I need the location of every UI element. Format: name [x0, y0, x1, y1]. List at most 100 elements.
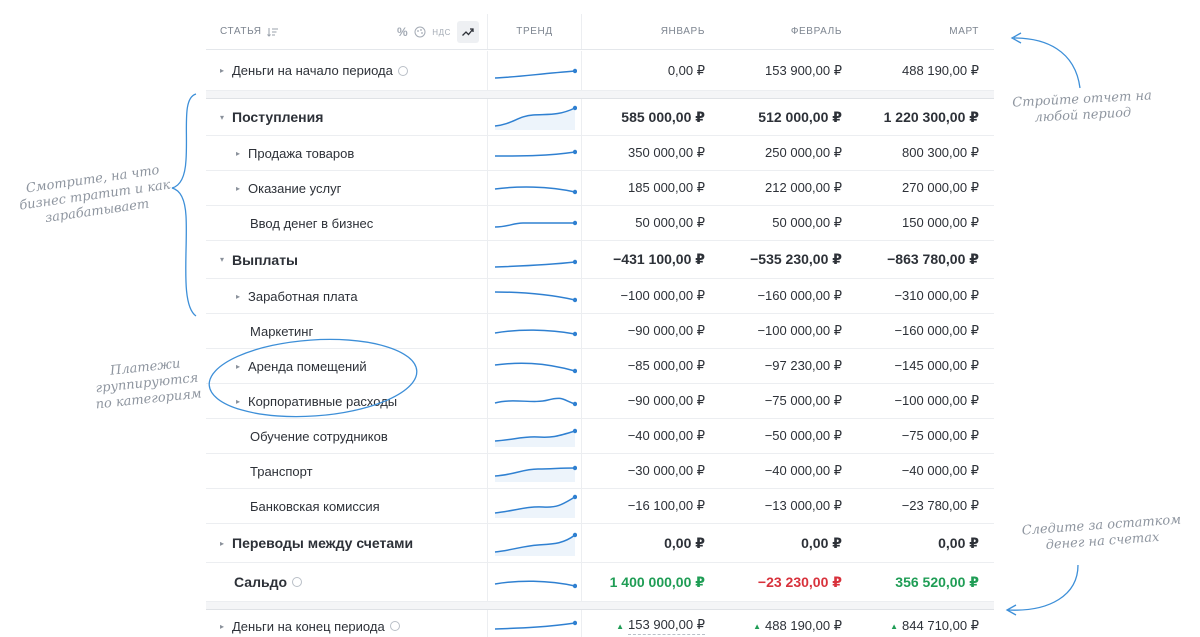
row-rent[interactable]: ▸ Аренда помещений −85 000,00 ₽ −97 230,… [206, 349, 994, 384]
column-trend-header: ТРЕНД [488, 14, 582, 49]
up-arrow-icon: ▲ [890, 621, 899, 631]
expand-caret-icon[interactable]: ▸ [220, 66, 232, 75]
row-sales[interactable]: ▸ Продажа товаров 350 000,00 ₽ 250 000,0… [206, 136, 994, 171]
row-label: Аренда помещений [248, 358, 367, 374]
percent-toggle[interactable]: % [397, 21, 408, 43]
vat-toggle[interactable]: НДС [432, 21, 451, 43]
up-arrow-icon: ▲ [753, 621, 762, 631]
row-bank-fee[interactable]: Банковская комиссия −16 100,00 ₽ −13 000… [206, 489, 994, 524]
column-article-header[interactable]: СТАТЬЯ % НДС [206, 14, 488, 49]
value-cell: 150 000,00 ₽ [902, 215, 979, 230]
column-month-header: МАРТ [949, 26, 979, 37]
value-cell: −863 780,00 ₽ [887, 251, 979, 267]
value-cell: 50 000,00 ₽ [772, 215, 842, 230]
trend-sparkline [488, 241, 582, 278]
row-expenses-group[interactable]: ▾ Выплаты −431 100,00 ₽ −535 230,00 ₽ −8… [206, 241, 994, 279]
expand-caret-icon[interactable]: ▸ [236, 149, 248, 158]
row-income-group[interactable]: ▾ Поступления 585 000,00 ₽ 512 000,00 ₽ … [206, 98, 994, 136]
row-label: Обучение сотрудников [250, 428, 388, 444]
value-cell: 800 300,00 ₽ [902, 145, 979, 160]
expand-caret-icon[interactable]: ▸ [236, 292, 248, 301]
value-cell: −160 000,00 ₽ [757, 288, 842, 303]
row-label: Корпоративные расходы [248, 393, 398, 409]
value-cell: 0,00 ₽ [667, 62, 705, 78]
up-arrow-icon: ▲ [616, 621, 625, 631]
trend-sparkline [488, 314, 582, 348]
row-marketing[interactable]: Маркетинг −90 000,00 ₽ −100 000,00 ₽ −16… [206, 314, 994, 349]
trend-toggle-icon[interactable] [457, 21, 479, 43]
row-label: Ввод денег в бизнес [250, 215, 374, 231]
trend-sparkline [488, 51, 582, 90]
row-label: Банковская комиссия [250, 498, 380, 514]
value-cell: −75 000,00 ₽ [764, 393, 842, 408]
row-label: Маркетинг [250, 323, 314, 339]
value-cell: −97 230,00 ₽ [764, 358, 842, 373]
column-article-title: СТАТЬЯ [220, 26, 262, 37]
trend-sparkline [488, 136, 582, 170]
expand-caret-icon[interactable]: ▸ [236, 362, 248, 371]
value-cell: −40 000,00 ₽ [764, 463, 842, 478]
row-balance[interactable]: Сальдо 1 400 000,00 ₽ −23 230,00 ₽ 356 5… [206, 563, 994, 602]
value-cell: 270 000,00 ₽ [902, 180, 979, 195]
trend-sparkline [488, 419, 582, 453]
row-end-balance[interactable]: ▸ Деньги на конец периода ▲ 153 900,00 ₽ … [206, 609, 994, 637]
trend-sparkline [488, 171, 582, 205]
value-cell: −16 100,00 ₽ [627, 498, 705, 513]
value-cell: 488 190,00 ₽ [902, 62, 979, 78]
value-cell: ▲ 488 190,00 ₽ [753, 618, 842, 633]
value-cell: −90 000,00 ₽ [627, 393, 705, 408]
trend-sparkline [488, 524, 582, 562]
row-salary[interactable]: ▸ Заработная плата −100 000,00 ₽ −160 00… [206, 279, 994, 314]
expand-caret-icon[interactable]: ▸ [220, 539, 232, 548]
value-cell-positive: 1 400 000,00 ₽ [609, 573, 705, 590]
value-cell: −160 000,00 ₽ [894, 323, 979, 338]
row-label: Продажа товаров [248, 145, 355, 161]
value-cell: ▲ 844 710,00 ₽ [890, 618, 979, 633]
row-transfers-group[interactable]: ▸ Переводы между счетами 0,00 ₽ 0,00 ₽ 0… [206, 524, 994, 563]
row-label: Поступления [232, 109, 324, 125]
expand-caret-icon[interactable]: ▸ [220, 622, 232, 631]
info-icon[interactable] [292, 577, 303, 587]
value-cell: −50 000,00 ₽ [764, 428, 842, 443]
annotation-period: Стройте отчет на любой период [1011, 88, 1153, 126]
arrowhead-icon [1005, 604, 1017, 616]
row-services[interactable]: ▸ Оказание услуг 185 000,00 ₽ 212 000,00… [206, 171, 994, 206]
row-capital-input[interactable]: Ввод денег в бизнес 50 000,00 ₽ 50 000,0… [206, 206, 994, 241]
section-divider [206, 602, 994, 609]
collapse-caret-icon[interactable]: ▾ [220, 113, 232, 122]
trend-sparkline [488, 279, 582, 313]
value-cell: 250 000,00 ₽ [765, 145, 842, 160]
expand-caret-icon[interactable]: ▸ [236, 184, 248, 193]
section-divider [206, 91, 994, 98]
value-cell: −100 000,00 ₽ [620, 288, 705, 303]
arrow-to-end-balance [1007, 564, 1079, 611]
trend-sparkline [488, 610, 582, 637]
arrow-to-month-column [1013, 37, 1081, 89]
value-cell: −30 000,00 ₽ [627, 463, 705, 478]
value-cell-positive: 356 520,00 ₽ [895, 573, 979, 590]
trend-sparkline [488, 206, 582, 240]
row-start-balance[interactable]: ▸ Деньги на начало периода 0,00 ₽ 153 90… [206, 51, 994, 91]
row-training[interactable]: Обучение сотрудников −40 000,00 ₽ −50 00… [206, 419, 994, 454]
value-cell: −535 230,00 ₽ [750, 251, 842, 267]
info-icon[interactable] [389, 621, 400, 631]
value-cell: 512 000,00 ₽ [758, 108, 842, 125]
value-cell: 585 000,00 ₽ [621, 108, 705, 125]
column-month-header: ЯНВАРЬ [660, 26, 705, 37]
value-cell: −23 780,00 ₽ [901, 498, 979, 513]
trend-sparkline [488, 563, 582, 601]
value-cell: −90 000,00 ₽ [627, 323, 705, 338]
row-transport[interactable]: Транспорт −30 000,00 ₽ −40 000,00 ₽ −40 … [206, 454, 994, 489]
palette-icon[interactable] [414, 21, 426, 43]
collapse-caret-icon[interactable]: ▾ [220, 255, 232, 264]
info-icon[interactable] [397, 65, 408, 76]
value-cell: 0,00 ₽ [938, 534, 979, 551]
expand-caret-icon[interactable]: ▸ [236, 397, 248, 406]
value-cell-negative: −23 230,00 ₽ [757, 573, 842, 590]
sort-icon[interactable] [266, 27, 279, 37]
row-corporate[interactable]: ▸ Корпоративные расходы −90 000,00 ₽ −75… [206, 384, 994, 419]
annotation-spending: Смотрите, на что бизнес тратит и как зар… [18, 162, 172, 227]
value-cell: 0,00 ₽ [801, 534, 842, 551]
value-cell: 185 000,00 ₽ [628, 180, 705, 195]
trend-sparkline [488, 489, 582, 523]
